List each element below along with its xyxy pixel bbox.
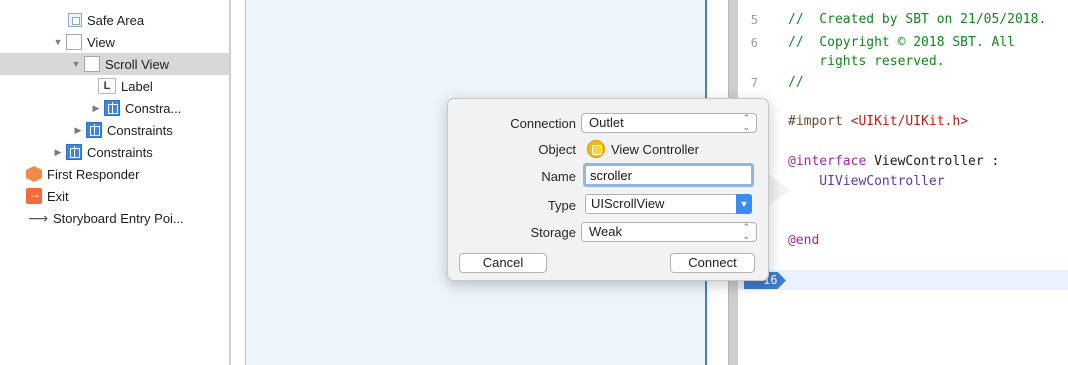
outline-item-constraints-view[interactable]: ▶ Constraints bbox=[0, 119, 229, 141]
scroll-view-icon bbox=[84, 56, 100, 72]
storage-select[interactable]: Weak ⌃ ⌄ bbox=[581, 222, 757, 242]
outline-item-label: Constraints bbox=[107, 122, 173, 138]
outline-item-first-responder[interactable]: First Responder bbox=[0, 163, 229, 185]
code-line-end[interactable]: @end bbox=[788, 233, 819, 248]
cancel-button[interactable]: Cancel bbox=[459, 253, 547, 273]
code-line[interactable]: rights reserved. bbox=[788, 54, 944, 69]
outline-item-exit[interactable]: Exit bbox=[0, 185, 229, 207]
chevron-down-icon[interactable]: ▼ bbox=[736, 194, 752, 214]
object-label: Object bbox=[538, 142, 576, 157]
disclosure-right-icon[interactable]: ▶ bbox=[72, 125, 84, 136]
interface-keyword: @interface bbox=[788, 154, 867, 169]
first-responder-icon bbox=[26, 166, 42, 182]
line-number: 7 bbox=[750, 76, 758, 90]
storage-label: Storage bbox=[530, 225, 576, 240]
current-line-highlight bbox=[738, 270, 1068, 290]
type-value: UIScrollView bbox=[591, 196, 665, 211]
type-combobox[interactable]: UIScrollView ▼ bbox=[585, 194, 752, 214]
constraints-icon bbox=[104, 100, 120, 116]
import-directive: #import bbox=[788, 114, 851, 129]
outline-item-view[interactable]: ▼ View bbox=[0, 31, 229, 53]
code-line[interactable]: // Created by SBT on 21/05/2018. bbox=[788, 12, 1046, 27]
outline-item-label: Label bbox=[121, 78, 153, 94]
select-stepper-icon: ⌃ ⌄ bbox=[742, 222, 750, 241]
view-controller-icon bbox=[587, 140, 605, 158]
connection-label: Connection bbox=[510, 116, 576, 131]
interface-name: ViewController : bbox=[866, 154, 1000, 169]
code-line-interface[interactable]: @interface ViewController : bbox=[788, 154, 999, 169]
outline-item-storyboard-entry[interactable]: ⟶ Storyboard Entry Poi... bbox=[0, 207, 229, 229]
select-stepper-icon: ⌃ ⌄ bbox=[742, 113, 750, 132]
disclosure-down-icon[interactable]: ▼ bbox=[70, 59, 82, 69]
import-path: <UIKit/UIKit.h> bbox=[850, 114, 969, 129]
constraints-icon bbox=[66, 144, 82, 160]
outline-item-label: First Responder bbox=[47, 166, 140, 182]
outline-item-label: View bbox=[87, 34, 115, 50]
connection-select[interactable]: Outlet ⌃ ⌄ bbox=[581, 113, 757, 133]
entry-arrow-icon: ⟶ bbox=[28, 209, 49, 226]
connect-button[interactable]: Connect bbox=[670, 253, 755, 273]
name-input[interactable] bbox=[583, 163, 754, 187]
disclosure-right-icon[interactable]: ▶ bbox=[90, 103, 102, 114]
code-line[interactable]: // Copyright © 2018 SBT. All bbox=[788, 35, 1015, 50]
view-icon bbox=[66, 34, 82, 50]
outline-item-constraints-inner[interactable]: ▶ Constra... bbox=[0, 97, 229, 119]
storage-value: Weak bbox=[589, 224, 622, 239]
object-value: View Controller bbox=[611, 142, 699, 157]
outline-item-label-node[interactable]: L Label bbox=[0, 75, 229, 97]
safe-area-icon bbox=[68, 13, 82, 27]
code-editor[interactable]: 5 // Created by SBT on 21/05/2018. 6 // … bbox=[738, 0, 1068, 365]
type-label: Type bbox=[547, 198, 576, 213]
code-line-import[interactable]: #import <UIKit/UIKit.h> bbox=[788, 114, 968, 129]
outline-item-label: Scroll View bbox=[105, 56, 170, 72]
outline-item-safe-area[interactable]: Safe Area bbox=[0, 9, 229, 31]
exit-icon bbox=[26, 187, 42, 204]
document-outline: Safe Area ▼ View ▼ Scroll View L Label ▶… bbox=[0, 0, 230, 365]
disclosure-right-icon[interactable]: ▶ bbox=[52, 147, 64, 158]
outline-item-label: Storyboard Entry Poi... bbox=[53, 210, 184, 226]
constraints-icon bbox=[86, 122, 102, 138]
outline-item-label: Constra... bbox=[125, 100, 182, 116]
connection-value: Outlet bbox=[589, 115, 624, 130]
code-line[interactable]: // bbox=[788, 75, 804, 90]
outline-item-label: Constraints bbox=[87, 144, 153, 160]
code-line-superclass[interactable]: UIViewController bbox=[788, 174, 944, 189]
label-icon: L bbox=[98, 78, 116, 94]
line-number: 6 bbox=[750, 36, 758, 50]
outline-item-constraints-root[interactable]: ▶ Constraints bbox=[0, 141, 229, 163]
outline-item-scroll-view[interactable]: ▼ Scroll View bbox=[0, 53, 229, 75]
outline-item-label: Exit bbox=[47, 188, 69, 204]
name-label: Name bbox=[541, 169, 576, 184]
disclosure-down-icon[interactable]: ▼ bbox=[52, 37, 64, 47]
line-number: 5 bbox=[750, 13, 758, 27]
outline-item-label: Safe Area bbox=[87, 12, 145, 28]
